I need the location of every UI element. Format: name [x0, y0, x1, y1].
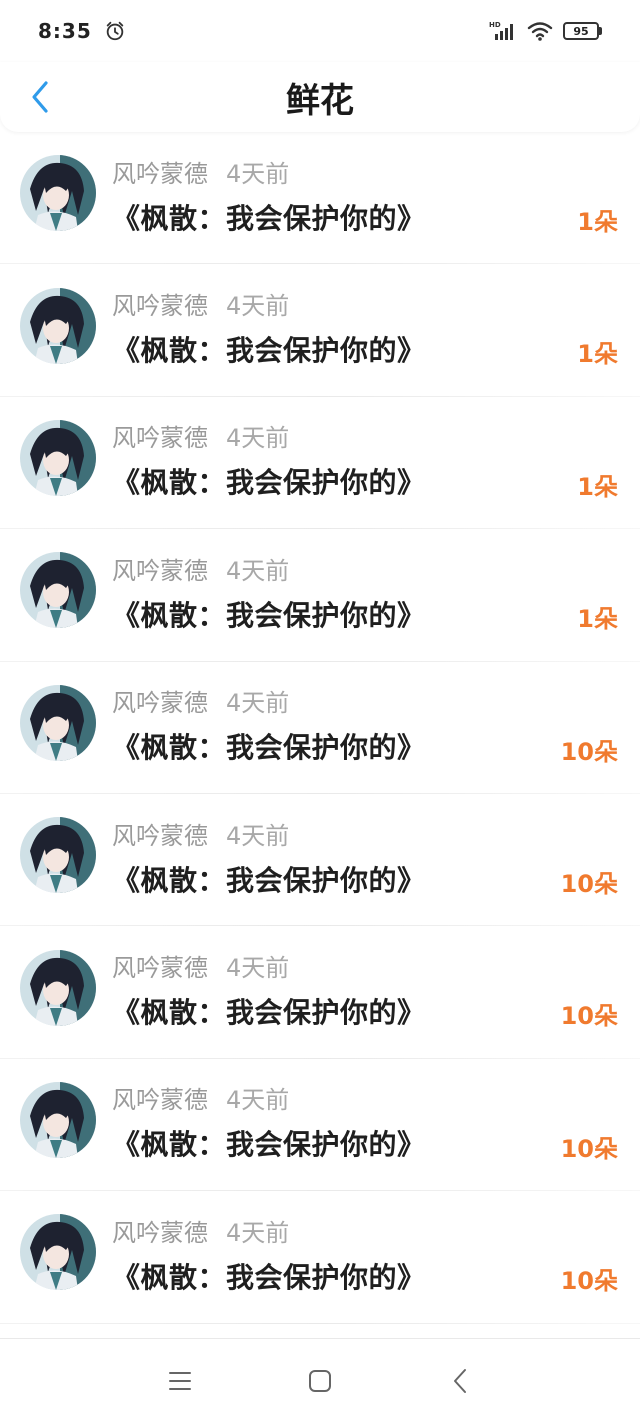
chevron-left-icon: [32, 81, 48, 113]
back-button[interactable]: [20, 76, 60, 118]
back-triangle-icon: [454, 1368, 466, 1393]
svg-text:HD: HD: [489, 21, 501, 29]
work-title[interactable]: 《枫散：我会保护你的》: [112, 594, 426, 634]
status-icons: HD 95: [489, 20, 602, 42]
wifi-icon: [527, 22, 553, 41]
avatar[interactable]: [20, 684, 96, 761]
item-text: 风吟蒙德 4天前 《枫散：我会保护你的》: [112, 286, 426, 369]
nav-back-button[interactable]: [445, 1366, 475, 1396]
time-ago: 4天前: [226, 159, 290, 188]
time-ago: 4天前: [226, 292, 290, 321]
item-text: 风吟蒙德 4天前 《枫散：我会保护你的》: [112, 1213, 426, 1296]
hd-signal-icon: HD: [489, 21, 513, 40]
menu-icon: [169, 1371, 191, 1390]
user-name[interactable]: 风吟蒙德: [112, 1213, 208, 1248]
avatar[interactable]: [20, 1214, 96, 1291]
item-text: 风吟蒙德 4天前 《枫散：我会保护你的》: [112, 1080, 426, 1163]
battery-icon: 95: [563, 22, 602, 40]
user-name[interactable]: 风吟蒙德: [112, 1080, 208, 1115]
list-item[interactable]: 风吟蒙德 4天前 《枫散：我会保护你的》 10朵: [0, 662, 640, 795]
time-ago: 4天前: [226, 1086, 290, 1115]
work-title[interactable]: 《枫散：我会保护你的》: [112, 859, 426, 899]
meta-line: 风吟蒙德 4天前: [112, 551, 426, 586]
avatar[interactable]: [20, 287, 96, 364]
work-title[interactable]: 《枫散：我会保护你的》: [112, 1123, 426, 1163]
item-text: 风吟蒙德 4天前 《枫散：我会保护你的》: [112, 948, 426, 1031]
item-text: 风吟蒙德 4天前 《枫散：我会保护你的》: [112, 418, 426, 501]
flower-count: 1朵: [577, 208, 618, 236]
work-title[interactable]: 《枫散：我会保护你的》: [112, 461, 426, 501]
meta-line: 风吟蒙德 4天前: [112, 948, 426, 983]
list-item[interactable]: 风吟蒙德 4天前 《枫散：我会保护你的》 10朵: [0, 1059, 640, 1192]
user-name[interactable]: 风吟蒙德: [112, 948, 208, 983]
flower-count: 10朵: [560, 869, 618, 898]
alarm-icon: [106, 21, 123, 41]
avatar[interactable]: [20, 949, 96, 1026]
flower-count: 1朵: [577, 472, 618, 501]
work-title[interactable]: 《枫散：我会保护你的》: [112, 197, 426, 237]
system-nav-bar: [0, 1338, 640, 1422]
meta-line: 风吟蒙德 4天前: [112, 816, 426, 851]
page-title: 鲜花: [286, 80, 354, 121]
flower-count: 1朵: [577, 605, 618, 634]
flower-count: 10朵: [560, 1267, 618, 1296]
flower-count: 10朵: [560, 737, 618, 766]
meta-line: 风吟蒙德 4天前: [112, 683, 426, 718]
meta-line: 风吟蒙德 4天前: [112, 418, 426, 453]
flower-count: 10朵: [560, 1134, 618, 1163]
work-title[interactable]: 《枫散：我会保护你的》: [112, 991, 426, 1031]
item-text: 风吟蒙德 4天前 《枫散：我会保护你的》: [112, 816, 426, 899]
list-item[interactable]: 风吟蒙德 4天前 《枫散：我会保护你的》 1朵: [0, 529, 640, 662]
time-ago: 4天前: [226, 954, 290, 983]
flower-record-list: 风吟蒙德 4天前 《枫散：我会保护你的》 1朵 风吟蒙德 4天前 《枫散：我会保…: [0, 132, 640, 1324]
user-name[interactable]: 风吟蒙德: [112, 286, 208, 321]
header: 鲜花: [0, 62, 640, 132]
time-ago: 4天前: [226, 689, 290, 718]
meta-line: 风吟蒙德 4天前: [112, 1080, 426, 1115]
avatar[interactable]: [20, 155, 96, 232]
time-ago: 4天前: [226, 424, 290, 453]
user-name[interactable]: 风吟蒙德: [112, 816, 208, 851]
user-name[interactable]: 风吟蒙德: [112, 551, 208, 586]
meta-line: 风吟蒙德 4天前: [112, 286, 426, 321]
list-item[interactable]: 风吟蒙德 4天前 《枫散：我会保护你的》 10朵: [0, 1191, 640, 1324]
status-time: 8:35: [38, 19, 92, 43]
list-item[interactable]: 风吟蒙德 4天前 《枫散：我会保护你的》 1朵: [0, 264, 640, 398]
avatar[interactable]: [20, 817, 96, 894]
item-text: 风吟蒙德 4天前 《枫散：我会保护你的》: [112, 683, 426, 766]
work-title[interactable]: 《枫散：我会保护你的》: [112, 329, 426, 369]
time-ago: 4天前: [226, 556, 290, 585]
menu-button[interactable]: [165, 1366, 195, 1396]
avatar[interactable]: [20, 419, 96, 496]
item-text: 风吟蒙德 4天前 《枫散：我会保护你的》: [112, 551, 426, 634]
list-item[interactable]: 风吟蒙德 4天前 《枫散：我会保护你的》 10朵: [0, 926, 640, 1060]
time-ago: 4天前: [226, 1218, 290, 1247]
user-name[interactable]: 风吟蒙德: [112, 154, 208, 189]
home-square-icon: [309, 1369, 331, 1392]
status-bar: 8:35 HD 95: [0, 0, 640, 62]
work-title[interactable]: 《枫散：我会保护你的》: [112, 726, 426, 766]
flower-count: 10朵: [560, 1002, 618, 1031]
list-item[interactable]: 风吟蒙德 4天前 《枫散：我会保护你的》 1朵: [0, 132, 640, 265]
flower-count: 1朵: [577, 340, 618, 369]
user-name[interactable]: 风吟蒙德: [112, 683, 208, 718]
list-item[interactable]: 风吟蒙德 4天前 《枫散：我会保护你的》 10朵: [0, 794, 640, 927]
avatar[interactable]: [20, 552, 96, 629]
avatar[interactable]: [20, 1081, 96, 1158]
meta-line: 风吟蒙德 4天前: [112, 1213, 426, 1248]
time-ago: 4天前: [226, 821, 290, 850]
battery-level: 95: [573, 24, 589, 38]
item-text: 风吟蒙德 4天前 《枫散：我会保护你的》: [112, 154, 426, 237]
meta-line: 风吟蒙德 4天前: [112, 154, 426, 189]
user-name[interactable]: 风吟蒙德: [112, 418, 208, 453]
list-item[interactable]: 风吟蒙德 4天前 《枫散：我会保护你的》 1朵: [0, 397, 640, 530]
home-button[interactable]: [305, 1366, 335, 1396]
work-title[interactable]: 《枫散：我会保护你的》: [112, 1256, 426, 1296]
